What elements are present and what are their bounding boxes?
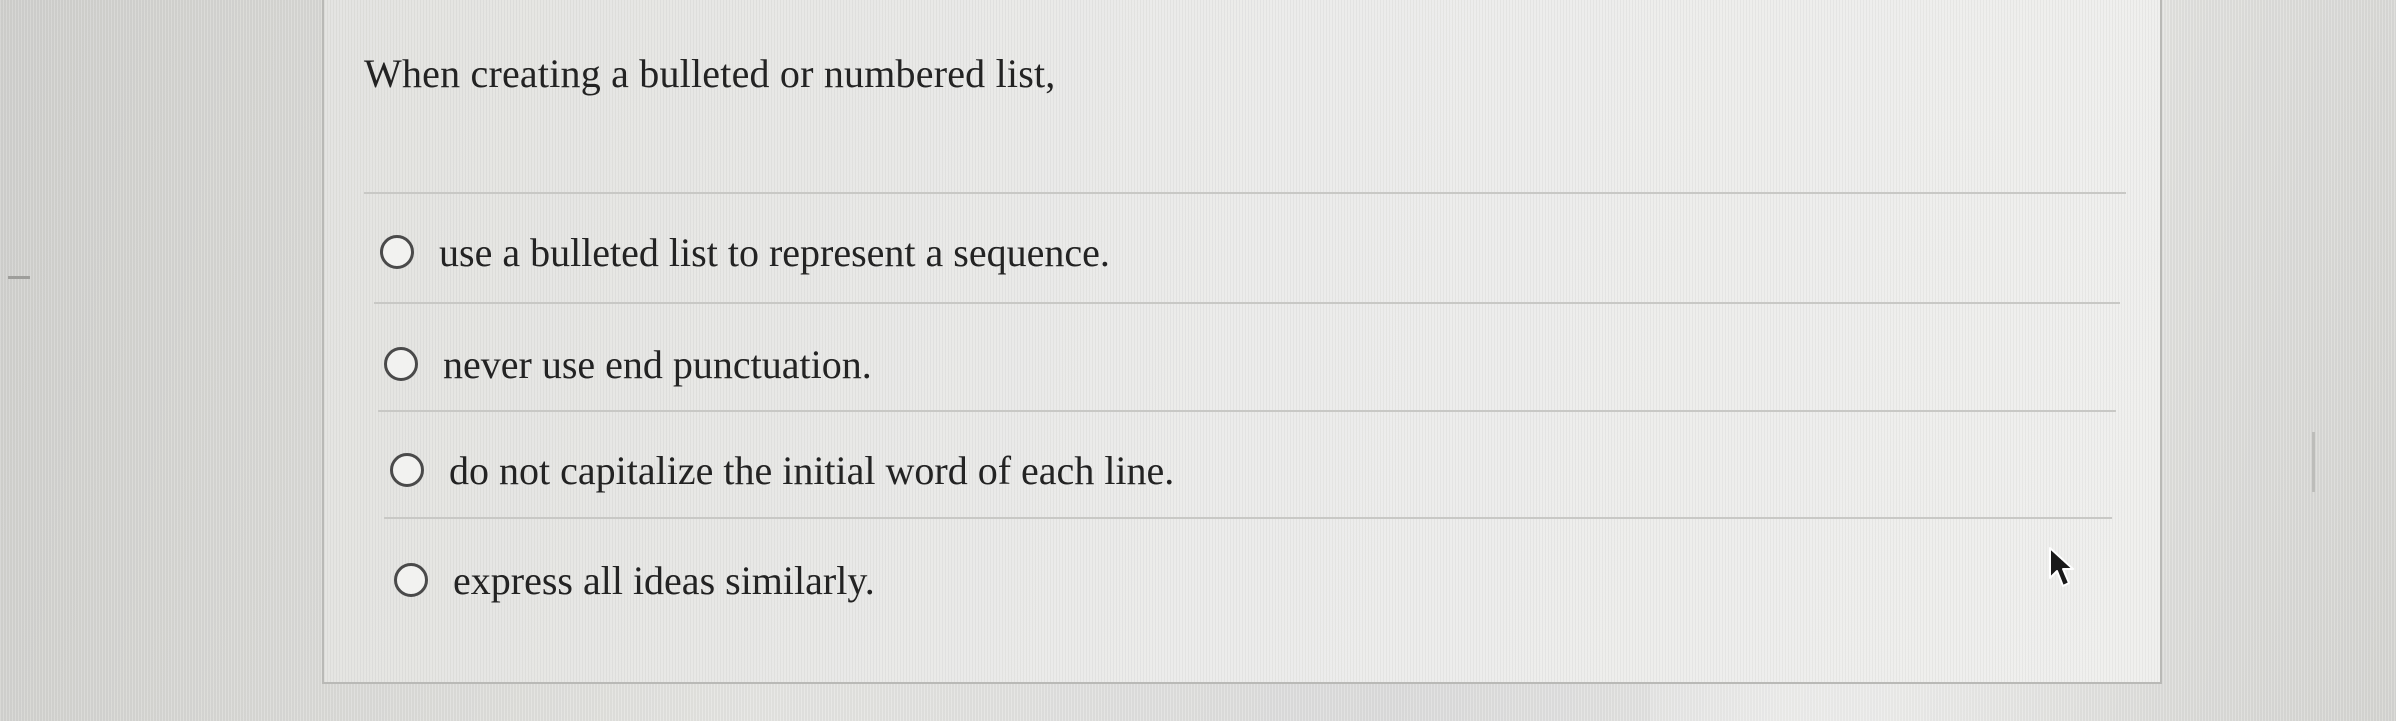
answer-option-label: express all ideas similarly.: [453, 557, 875, 603]
option-divider: [378, 410, 2116, 412]
answer-option-label: never use end punctuation.: [443, 341, 872, 387]
answer-option-1[interactable]: use a bulleted list to represent a seque…: [380, 222, 1110, 282]
question-prompt: When creating a bulleted or numbered lis…: [364, 51, 1056, 96]
answer-option-2[interactable]: never use end punctuation.: [384, 334, 872, 394]
radio-button-3[interactable]: [390, 453, 424, 487]
answer-option-label: use a bulleted list to represent a seque…: [439, 229, 1110, 275]
option-divider: [374, 302, 2120, 304]
radio-button-4[interactable]: [394, 563, 428, 597]
answer-option-3[interactable]: do not capitalize the initial word of ea…: [390, 440, 1174, 500]
screen-edge-mark: [2312, 432, 2315, 492]
mouse-pointer-icon: [2049, 547, 2074, 587]
radio-button-2[interactable]: [384, 347, 418, 381]
answer-option-4[interactable]: express all ideas similarly.: [394, 550, 875, 610]
answer-option-label: do not capitalize the initial word of ea…: [449, 447, 1175, 493]
screen-edge-mark: [8, 276, 30, 279]
prompt-divider: [364, 192, 2126, 194]
radio-button-1[interactable]: [380, 235, 414, 269]
option-divider: [384, 517, 2112, 519]
